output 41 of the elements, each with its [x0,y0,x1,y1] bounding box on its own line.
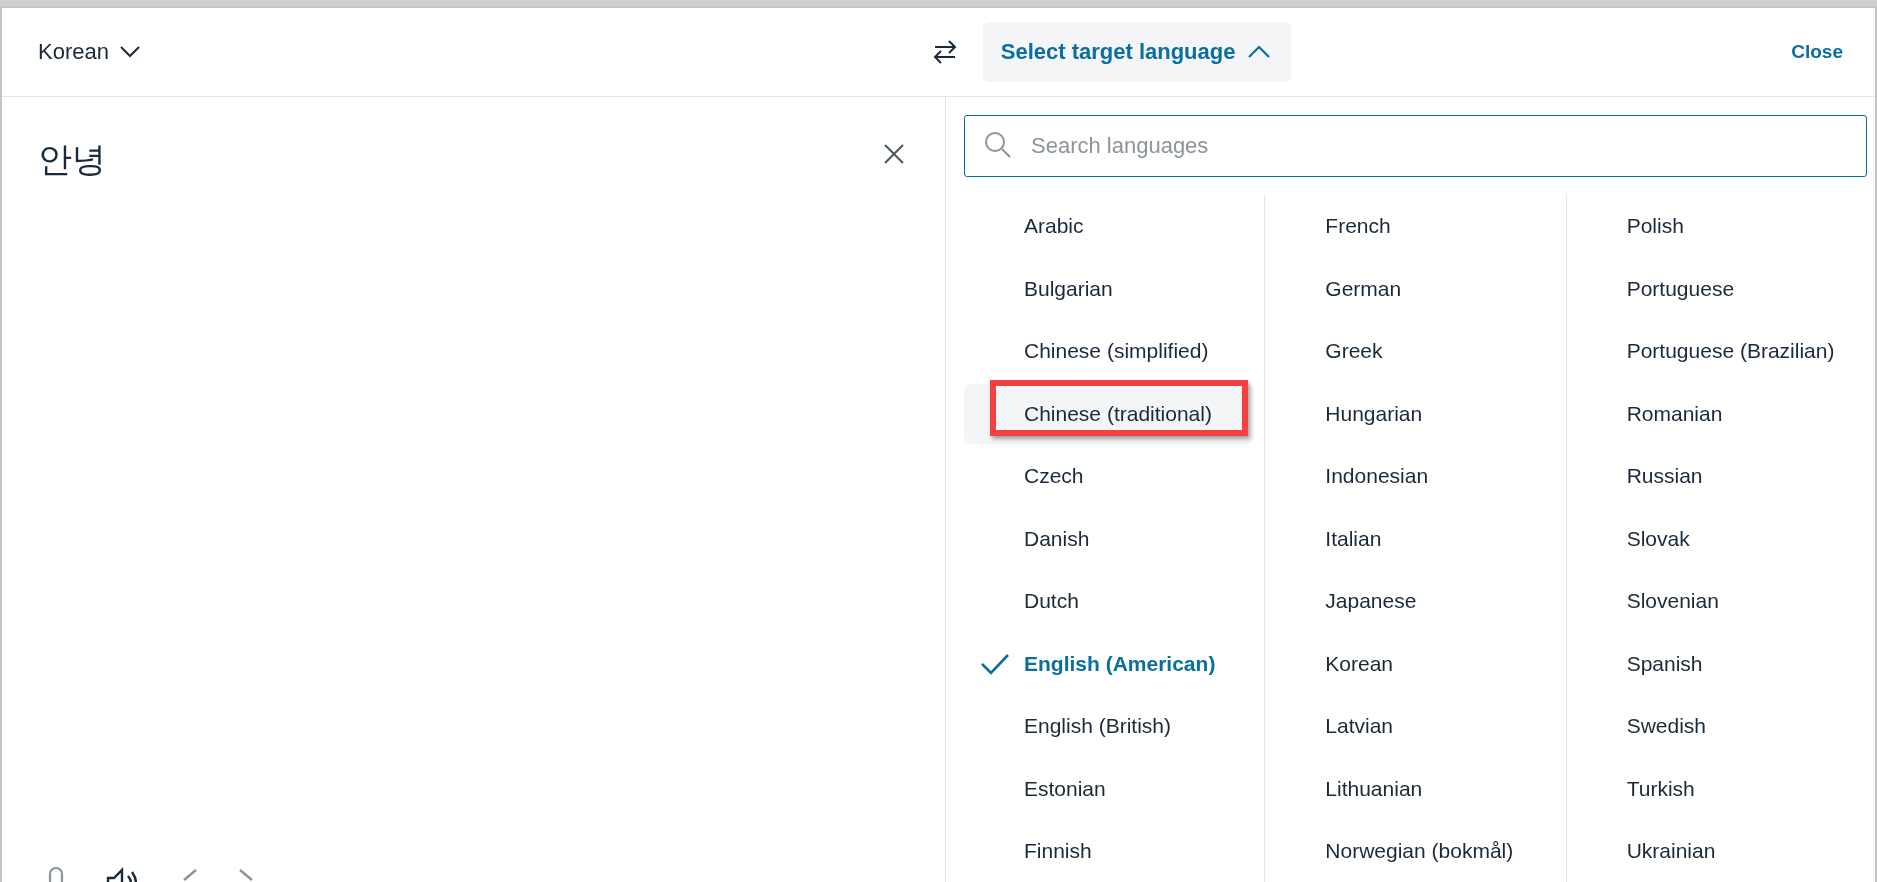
source-language-dropdown[interactable]: Korean [38,39,141,65]
language-option[interactable]: Spanish [1626,645,1703,682]
language-option[interactable]: English (American) [1024,645,1216,682]
language-option[interactable]: Russian [1626,458,1703,495]
language-option[interactable]: Estonian [1024,770,1106,807]
language-option[interactable]: Romanian [1626,395,1723,432]
language-option[interactable]: Latvian [1325,708,1394,745]
language-option[interactable]: Chinese (simplified) [1024,333,1209,370]
search-field[interactable]: Search languages [964,115,1867,177]
language-option[interactable]: French [1325,208,1391,245]
language-option[interactable]: Dutch [1024,583,1079,620]
language-option[interactable]: Bulgarian [1024,270,1113,307]
language-option[interactable]: Portuguese (Brazilian) [1626,333,1835,370]
language-option[interactable]: Norwegian (bokmål) [1325,833,1514,870]
language-option[interactable]: English (British) [1024,708,1172,745]
language-option[interactable]: Czech [1024,458,1084,495]
language-option[interactable]: Swedish [1626,708,1707,745]
language-option[interactable]: Hungarian [1325,395,1423,432]
language-option[interactable]: Portuguese [1626,270,1735,307]
language-option[interactable]: Arabic [1024,208,1084,245]
clear-icon[interactable] [883,143,905,165]
language-option[interactable]: Finnish [1024,833,1092,870]
language-option[interactable]: Indonesian [1325,458,1429,495]
language-option[interactable]: Polish [1626,208,1684,245]
language-option[interactable]: Lithuanian [1325,770,1423,807]
source-text: 안녕 [38,138,106,181]
close-button[interactable]: Close [1791,41,1843,63]
search-icon [984,131,1012,159]
language-option[interactable]: Japanese [1325,583,1417,620]
chevron-up-icon [1247,45,1272,59]
language-option[interactable]: German [1325,270,1402,307]
language-option[interactable]: Italian [1325,520,1382,557]
language-option[interactable]: Ukrainian [1626,833,1716,870]
target-language-dropdown[interactable]: Select target language [982,22,1292,82]
language-option[interactable]: Slovak [1626,520,1690,557]
language-option[interactable]: Korean [1325,645,1394,682]
chevron-down-icon [118,45,141,59]
language-option[interactable]: Slovenian [1626,583,1719,620]
language-option[interactable]: Greek [1325,333,1383,370]
language-option[interactable]: Turkish [1626,770,1695,807]
language-option[interactable]: Danish [1024,520,1090,557]
